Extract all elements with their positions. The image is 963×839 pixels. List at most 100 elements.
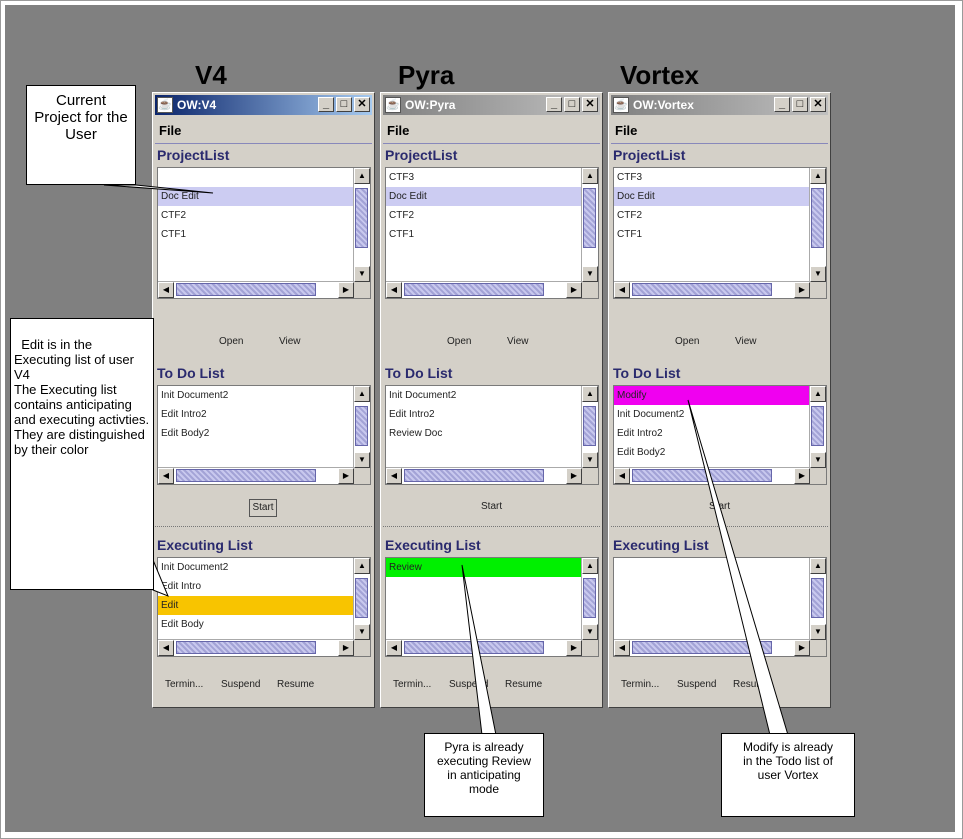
scroll-up-icon[interactable]: ▲ — [810, 558, 826, 574]
scroll-thumb[interactable] — [355, 578, 368, 618]
list-item[interactable]: Edit Intro — [158, 577, 354, 596]
list-item[interactable]: Init Document2 — [614, 405, 810, 424]
horizontal-scrollbar[interactable]: ◀ ▶ — [614, 281, 810, 298]
scroll-right-icon[interactable]: ▶ — [566, 640, 582, 656]
open-button[interactable]: Open — [219, 336, 243, 347]
scroll-down-icon[interactable]: ▼ — [810, 266, 826, 282]
list-item[interactable]: Edit Body2 — [614, 443, 810, 462]
scroll-thumb[interactable] — [811, 578, 824, 618]
list-item[interactable]: CTF2 — [158, 206, 354, 225]
scroll-right-icon[interactable]: ▶ — [566, 468, 582, 484]
list-item[interactable]: Doc Edit — [614, 187, 810, 206]
todo-list[interactable]: Init Document2 Edit Intro2 Review Doc ▲ ▼ ◀ ▶ — [385, 385, 599, 485]
list-item[interactable]: Modify — [614, 386, 810, 405]
vertical-scrollbar[interactable]: ▲ ▼ — [809, 168, 826, 282]
start-button[interactable]: Start — [249, 499, 277, 517]
scroll-thumb[interactable] — [632, 641, 772, 654]
scroll-up-icon[interactable]: ▲ — [810, 386, 826, 402]
scroll-down-icon[interactable]: ▼ — [810, 452, 826, 468]
start-button[interactable]: Start — [709, 501, 730, 512]
scroll-thumb[interactable] — [811, 188, 824, 248]
scroll-thumb[interactable] — [583, 188, 596, 248]
view-button[interactable]: View — [279, 336, 301, 347]
list-item[interactable]: Edit Intro2 — [614, 424, 810, 443]
scroll-up-icon[interactable]: ▲ — [582, 386, 598, 402]
terminate-button[interactable]: Termin... — [621, 679, 659, 690]
horizontal-scrollbar[interactable]: ◀ ▶ — [386, 467, 582, 484]
scroll-thumb[interactable] — [811, 406, 824, 446]
scroll-right-icon[interactable]: ▶ — [338, 468, 354, 484]
list-item[interactable] — [158, 168, 354, 187]
list-item[interactable]: Init Document2 — [386, 386, 582, 405]
vertical-scrollbar[interactable]: ▲ ▼ — [581, 386, 598, 468]
todo-list[interactable]: Init Document2 Edit Intro2 Edit Body2 ▲ ▼ ◀ ▶ — [157, 385, 371, 485]
app-window[interactable]: ☕ OW:V4 _ □ ✕ File ProjectList Doc Edit CTF2 CTF1… — [152, 92, 375, 708]
scroll-left-icon[interactable]: ◀ — [158, 468, 174, 484]
list-item[interactable]: Edit Intro2 — [386, 405, 582, 424]
scroll-left-icon[interactable]: ◀ — [614, 640, 630, 656]
list-item[interactable]: Doc Edit — [386, 187, 582, 206]
scroll-thumb[interactable] — [632, 283, 772, 296]
open-button[interactable]: Open — [675, 336, 699, 347]
title-bar[interactable]: ☕ OW:V4 _ □ ✕ — [155, 95, 372, 115]
scroll-thumb[interactable] — [583, 578, 596, 618]
scroll-down-icon[interactable]: ▼ — [582, 624, 598, 640]
close-icon[interactable]: ✕ — [582, 97, 598, 112]
minimize-icon[interactable]: _ — [546, 97, 562, 112]
close-icon[interactable]: ✕ — [354, 97, 370, 112]
executing-list[interactable]: Review ▲ ▼ ◀ ▶ — [385, 557, 599, 657]
scroll-down-icon[interactable]: ▼ — [582, 452, 598, 468]
scroll-left-icon[interactable]: ◀ — [614, 282, 630, 298]
scroll-left-icon[interactable]: ◀ — [614, 468, 630, 484]
scroll-up-icon[interactable]: ▲ — [582, 558, 598, 574]
list-item[interactable]: CTF1 — [614, 225, 810, 244]
minimize-icon[interactable]: _ — [318, 97, 334, 112]
terminate-button[interactable]: Termin... — [393, 679, 431, 690]
scroll-up-icon[interactable]: ▲ — [354, 386, 370, 402]
scroll-right-icon[interactable]: ▶ — [794, 282, 810, 298]
project-list[interactable]: CTF3 Doc Edit CTF2 CTF1 ▲ ▼ ◀ ▶ — [613, 167, 827, 299]
scroll-left-icon[interactable]: ◀ — [386, 468, 402, 484]
list-item[interactable]: CTF3 — [614, 168, 810, 187]
suspend-button[interactable]: Suspend — [449, 679, 488, 690]
list-item[interactable]: Init Document2 — [158, 558, 354, 577]
scroll-left-icon[interactable]: ◀ — [386, 282, 402, 298]
scroll-thumb[interactable] — [404, 641, 544, 654]
scroll-thumb[interactable] — [355, 188, 368, 248]
executing-list[interactable]: ▲ ▼ ◀ ▶ — [613, 557, 827, 657]
list-item[interactable]: Edit Body2 — [158, 424, 354, 443]
close-icon[interactable]: ✕ — [810, 97, 826, 112]
list-item[interactable]: CTF3 — [386, 168, 582, 187]
start-button[interactable]: Start — [481, 501, 502, 512]
app-window[interactable]: ☕ OW:Pyra _ □ ✕ File ProjectList CTF3 Doc Edit CT… — [380, 92, 603, 708]
resume-button[interactable]: Resume — [277, 679, 314, 690]
scroll-thumb[interactable] — [404, 283, 544, 296]
project-list[interactable]: CTF3 Doc Edit CTF2 CTF1 ▲ ▼ ◀ ▶ — [385, 167, 599, 299]
scroll-thumb[interactable] — [176, 469, 316, 482]
scroll-thumb[interactable] — [355, 406, 368, 446]
resume-button[interactable]: Resume — [733, 679, 770, 690]
scroll-left-icon[interactable]: ◀ — [386, 640, 402, 656]
maximize-icon[interactable]: □ — [336, 97, 352, 112]
view-button[interactable]: View — [507, 336, 529, 347]
list-item[interactable]: Edit Intro2 — [158, 405, 354, 424]
title-bar[interactable]: ☕ OW:Vortex _ □ ✕ — [611, 95, 828, 115]
minimize-icon[interactable]: _ — [774, 97, 790, 112]
vertical-scrollbar[interactable]: ▲ ▼ — [809, 558, 826, 640]
scroll-thumb[interactable] — [583, 406, 596, 446]
scroll-down-icon[interactable]: ▼ — [354, 624, 370, 640]
scroll-left-icon[interactable]: ◀ — [158, 282, 174, 298]
app-window[interactable]: ☕ OW:Vortex _ □ ✕ File ProjectList CTF3 Doc Edit… — [608, 92, 831, 708]
horizontal-scrollbar[interactable]: ◀ ▶ — [158, 281, 354, 298]
scroll-up-icon[interactable]: ▲ — [354, 168, 370, 184]
list-item[interactable]: CTF1 — [386, 225, 582, 244]
open-button[interactable]: Open — [447, 336, 471, 347]
executing-list[interactable]: Init Document2 Edit Intro Edit Edit Body ▲ ▼ ◀… — [157, 557, 371, 657]
scroll-right-icon[interactable]: ▶ — [566, 282, 582, 298]
scroll-down-icon[interactable]: ▼ — [810, 624, 826, 640]
scroll-thumb[interactable] — [632, 469, 772, 482]
horizontal-scrollbar[interactable]: ◀ ▶ — [158, 467, 354, 484]
list-item[interactable]: CTF1 — [158, 225, 354, 244]
vertical-scrollbar[interactable]: ▲ ▼ — [353, 168, 370, 282]
vertical-scrollbar[interactable]: ▲ ▼ — [581, 558, 598, 640]
